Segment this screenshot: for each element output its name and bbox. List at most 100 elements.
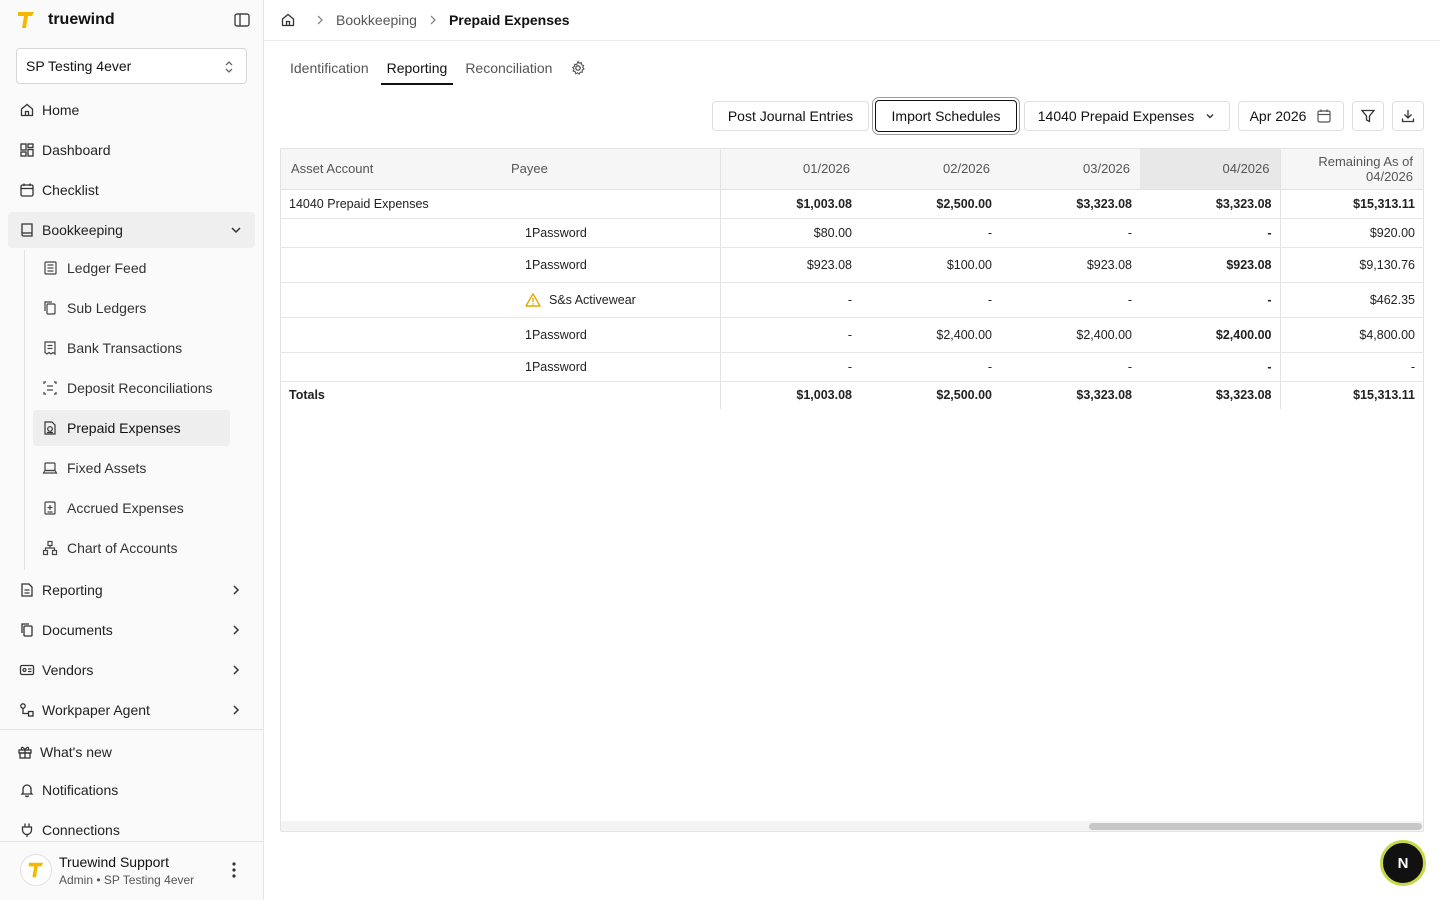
nav-item-workpaper-agent[interactable]: Workpaper Agent (8, 692, 255, 728)
sidebar-item-accrued-expenses[interactable]: Accrued Expenses (33, 490, 230, 526)
filter-button[interactable] (1352, 101, 1384, 131)
nav-item-home[interactable]: Home (8, 92, 255, 128)
column-header-remaining[interactable]: Remaining As of 04/2026 (1279, 149, 1423, 190)
sidebar-item-label: Bank Transactions (67, 340, 183, 356)
post-journal-entries-button[interactable]: Post Journal Entries (712, 101, 869, 131)
assistant-button[interactable]: N (1380, 840, 1426, 886)
column-header-month[interactable]: 02/2026 (860, 149, 1000, 190)
sidebar-item-prepaid-expenses[interactable]: Prepaid Expenses (33, 410, 230, 446)
gift-icon (18, 746, 32, 759)
sidebar-item-deposit-reconciliations[interactable]: Deposit Reconciliations (33, 370, 230, 406)
nav-item-label: Vendors (42, 662, 94, 678)
nav-item-label: Reporting (42, 582, 103, 598)
group-row[interactable]: 14040 Prepaid Expenses $1,003.08 $2,500.… (281, 189, 1423, 219)
amount-cell: $923.08 (719, 247, 860, 283)
breadcrumb: Bookkeeping Prepaid Expenses (280, 8, 570, 32)
amount-cell: $1,003.08 (719, 189, 860, 219)
prepaid-icon (44, 421, 56, 435)
nav-item-checklist[interactable]: Checklist (8, 172, 255, 208)
warning-icon[interactable] (525, 292, 541, 308)
chevron-up-down-icon (225, 61, 233, 73)
amount-cell: - (719, 282, 860, 318)
amount-cell: - (719, 352, 860, 382)
filter-icon (1360, 109, 1376, 123)
payee-name: 1Password (525, 257, 587, 272)
calendar-icon (1317, 109, 1332, 123)
avatar (20, 854, 52, 886)
payee-name: S&s Activewear (549, 292, 636, 307)
data-grid: Asset Account Payee 01/2026 02/2026 03/2… (281, 149, 1423, 409)
amount-cell: - (860, 282, 1000, 318)
nav-item-connections[interactable]: Connections (8, 812, 255, 848)
column-header-month[interactable]: 03/2026 (1000, 149, 1140, 190)
breadcrumb-current: Prepaid Expenses (448, 12, 570, 28)
scrollbar-thumb[interactable] (1089, 823, 1422, 830)
nav-item-documents[interactable]: Documents (8, 612, 255, 648)
download-button[interactable] (1392, 101, 1424, 131)
sidebar-item-chart-of-accounts[interactable]: Chart of Accounts (33, 530, 230, 566)
nav-item-vendors[interactable]: Vendors (8, 652, 255, 688)
tab-reconciliation[interactable]: Reconciliation (465, 56, 552, 85)
organization-select[interactable]: SP Testing 4ever (16, 48, 247, 84)
sidebar-item-fixed-assets[interactable]: Fixed Assets (33, 450, 230, 486)
table-row[interactable]: 1Password - $2,400.00 $2,400.00 $2,400.0… (281, 317, 1423, 353)
home-icon (20, 103, 34, 117)
prepaid-expenses-table: Asset Account Payee 01/2026 02/2026 03/2… (280, 148, 1424, 832)
sidebar-toggle-icon[interactable] (232, 10, 252, 30)
sidebar-item-sub-ledgers[interactable]: Sub Ledgers (33, 290, 230, 326)
ledger-icon (44, 261, 57, 275)
dashboard-icon (20, 143, 34, 157)
amount-cell: $100.00 (860, 247, 1000, 283)
column-header-month[interactable]: 04/2026 (1140, 149, 1280, 190)
download-icon (1401, 110, 1415, 123)
truewind-logo-icon[interactable] (16, 10, 36, 30)
tab-reporting[interactable]: Reporting (380, 56, 453, 85)
import-schedules-button[interactable]: Import Schedules (875, 100, 1017, 132)
chevron-down-icon (231, 227, 241, 234)
calendar-icon (20, 183, 34, 197)
home-icon[interactable] (280, 12, 296, 28)
sidebar-item-ledger-feed[interactable]: Ledger Feed (33, 250, 230, 286)
table-row[interactable]: 1Password $80.00 - - - $920.00 (281, 218, 1423, 248)
totals-label: Totals (289, 388, 325, 403)
breadcrumb-link-bookkeeping[interactable]: Bookkeeping (336, 12, 417, 28)
nav-item-label: Notifications (42, 782, 119, 798)
main-content: Bookkeeping Prepaid Expenses Identificat… (264, 0, 1440, 900)
table-row[interactable]: 1Password $923.08 $100.00 $923.08 $923.0… (281, 247, 1423, 283)
nav-item-label: Dashboard (42, 142, 111, 158)
user-profile[interactable]: Truewind Support Admin • SP Testing 4eve… (20, 852, 252, 888)
period-picker[interactable]: Apr 2026 (1238, 101, 1344, 131)
nav-item-bookkeeping[interactable]: Bookkeeping (8, 212, 255, 248)
submenu-guide-line (24, 250, 25, 570)
payee-cell (501, 189, 720, 219)
horizontal-scrollbar[interactable] (281, 821, 1423, 831)
nav-item-label: Workpaper Agent (42, 702, 150, 718)
nav-item-notifications[interactable]: Notifications (8, 772, 255, 808)
vendor-icon (19, 664, 35, 676)
table-row[interactable]: S&s Activewear - - - - $462.35 (281, 282, 1423, 318)
nav-item-dashboard[interactable]: Dashboard (8, 132, 255, 168)
user-role: Admin • SP Testing 4ever (59, 873, 195, 887)
book-icon (21, 223, 33, 237)
nav-item-whats-new[interactable]: What's new (8, 734, 255, 770)
table-row[interactable]: 1Password - - - - - (281, 352, 1423, 382)
column-header-asset-account[interactable]: Asset Account (281, 149, 501, 190)
nav-item-reporting[interactable]: Reporting (8, 572, 255, 608)
account-filter-select[interactable]: 14040 Prepaid Expenses (1024, 101, 1230, 131)
more-vertical-icon[interactable] (226, 860, 242, 880)
tab-identification[interactable]: Identification (290, 56, 369, 85)
total-cell: $2,500.00 (936, 388, 992, 403)
remaining-cell: $9,130.76 (1279, 247, 1423, 283)
brand-row: truewind (16, 8, 252, 32)
chevron-right-icon (233, 585, 240, 595)
sidebar-item-label: Fixed Assets (67, 460, 147, 476)
accrued-icon (44, 501, 56, 515)
gear-icon[interactable] (570, 60, 586, 76)
column-header-month[interactable]: 01/2026 (719, 149, 860, 190)
sidebar: truewind SP Testing 4ever Home Dashboard… (0, 0, 264, 900)
column-header-payee[interactable]: Payee (501, 149, 720, 190)
amount-cell: $3,323.08 (1140, 189, 1280, 219)
user-name: Truewind Support (59, 854, 169, 870)
chevron-down-icon (1206, 114, 1214, 119)
sidebar-item-bank-transactions[interactable]: Bank Transactions (33, 330, 230, 366)
